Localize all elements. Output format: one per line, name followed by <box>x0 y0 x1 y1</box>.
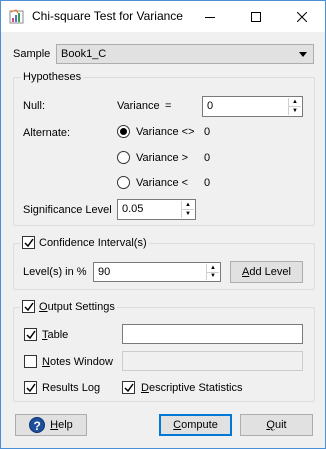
app-icon <box>9 9 24 24</box>
help-icon: ? <box>29 417 46 433</box>
table-label: Table <box>42 329 69 341</box>
significance-value: 0.05 <box>122 203 144 215</box>
alt-less-label: Variance < <box>136 177 189 189</box>
close-icon <box>297 11 307 22</box>
maximize-icon <box>251 11 261 22</box>
radio-less[interactable] <box>117 176 130 189</box>
significance-input[interactable]: 0.05 ▲ ▼ <box>117 199 196 220</box>
spin-up-icon[interactable]: ▲ <box>182 201 194 209</box>
descriptive-stats-label: Descriptive Statistics <box>141 382 243 394</box>
levels-label: Level(s) in % <box>23 266 87 278</box>
levels-input[interactable]: 90 ▲ ▼ <box>93 262 221 282</box>
maximize-button[interactable] <box>233 1 279 32</box>
quit-label: Quit <box>266 419 287 431</box>
help-label: Help <box>50 419 73 431</box>
null-variance-input[interactable]: 0 ▲ ▼ <box>202 96 303 117</box>
output-checkbox[interactable] <box>22 300 35 313</box>
table-input[interactable] <box>122 324 303 344</box>
output-title: Output Settings <box>39 300 115 313</box>
sample-dropdown[interactable]: Book1_C <box>56 44 314 64</box>
confidence-checkbox[interactable] <box>22 236 35 249</box>
title-bar[interactable]: Chi-square Test for Variance <box>1 1 325 32</box>
help-button[interactable]: ? Help <box>15 414 87 436</box>
spin-down-icon[interactable]: ▼ <box>289 106 301 115</box>
variance-label: Variance <box>117 100 160 112</box>
close-button[interactable] <box>279 1 325 32</box>
confidence-title: Confidence Interval(s) <box>39 236 147 249</box>
dialog-window: Chi-square Test for Variance Sample Book… <box>0 0 326 449</box>
compute-label: Compute <box>173 419 218 431</box>
alt-greater-label: Variance > <box>136 152 189 164</box>
checkmark-icon <box>26 330 36 340</box>
results-log-checkbox[interactable] <box>24 381 37 394</box>
alt-not-equal-value: 0 <box>204 126 211 138</box>
confidence-title-wrap: Confidence Interval(s) <box>20 236 149 249</box>
quit-button[interactable]: Quit <box>240 414 313 436</box>
window-title: Chi-square Test for Variance <box>32 9 183 23</box>
checkmark-icon <box>24 302 34 312</box>
notes-window-input <box>122 351 303 371</box>
checkmark-icon <box>24 238 34 248</box>
significance-spinner[interactable]: ▲ ▼ <box>181 201 194 218</box>
equals-label: = <box>165 100 172 112</box>
output-title-wrap: Output Settings <box>20 300 117 313</box>
checkmark-icon <box>26 383 36 393</box>
hypotheses-title: Hypotheses <box>21 71 84 83</box>
levels-value: 90 <box>98 266 111 278</box>
null-variance-spinner[interactable]: ▲ ▼ <box>288 98 301 115</box>
table-checkbox[interactable] <box>24 328 37 341</box>
alt-less-value: 0 <box>204 177 211 189</box>
spin-down-icon[interactable]: ▼ <box>182 209 194 218</box>
checkmark-icon <box>124 383 134 393</box>
null-variance-value: 0 <box>207 100 214 112</box>
sample-value: Book1_C <box>61 48 107 60</box>
radio-not-equal[interactable] <box>117 125 130 138</box>
add-level-label: Add Level <box>242 266 291 278</box>
alternate-label: Alternate: <box>23 127 71 139</box>
compute-button[interactable]: Compute <box>159 414 232 436</box>
descriptive-stats-checkbox[interactable] <box>122 381 135 394</box>
results-log-label: Results Log <box>42 382 101 394</box>
spin-up-icon[interactable]: ▲ <box>207 264 219 272</box>
spin-up-icon[interactable]: ▲ <box>289 98 301 106</box>
alt-not-equal-label: Variance <> <box>136 126 195 138</box>
null-label: Null: <box>23 100 46 112</box>
levels-spinner[interactable]: ▲ ▼ <box>206 264 219 280</box>
significance-label: Significance Level <box>23 204 112 216</box>
sample-label: Sample <box>13 48 51 60</box>
alt-greater-value: 0 <box>204 152 211 164</box>
minimize-icon <box>205 16 215 18</box>
add-level-button[interactable]: Add Level <box>230 261 303 283</box>
chevron-down-icon <box>299 52 307 57</box>
notes-window-checkbox[interactable] <box>24 355 37 368</box>
radio-greater[interactable] <box>117 151 130 164</box>
minimize-button[interactable] <box>187 1 233 32</box>
notes-window-label: Notes Window <box>42 356 113 368</box>
spin-down-icon[interactable]: ▼ <box>207 271 219 281</box>
